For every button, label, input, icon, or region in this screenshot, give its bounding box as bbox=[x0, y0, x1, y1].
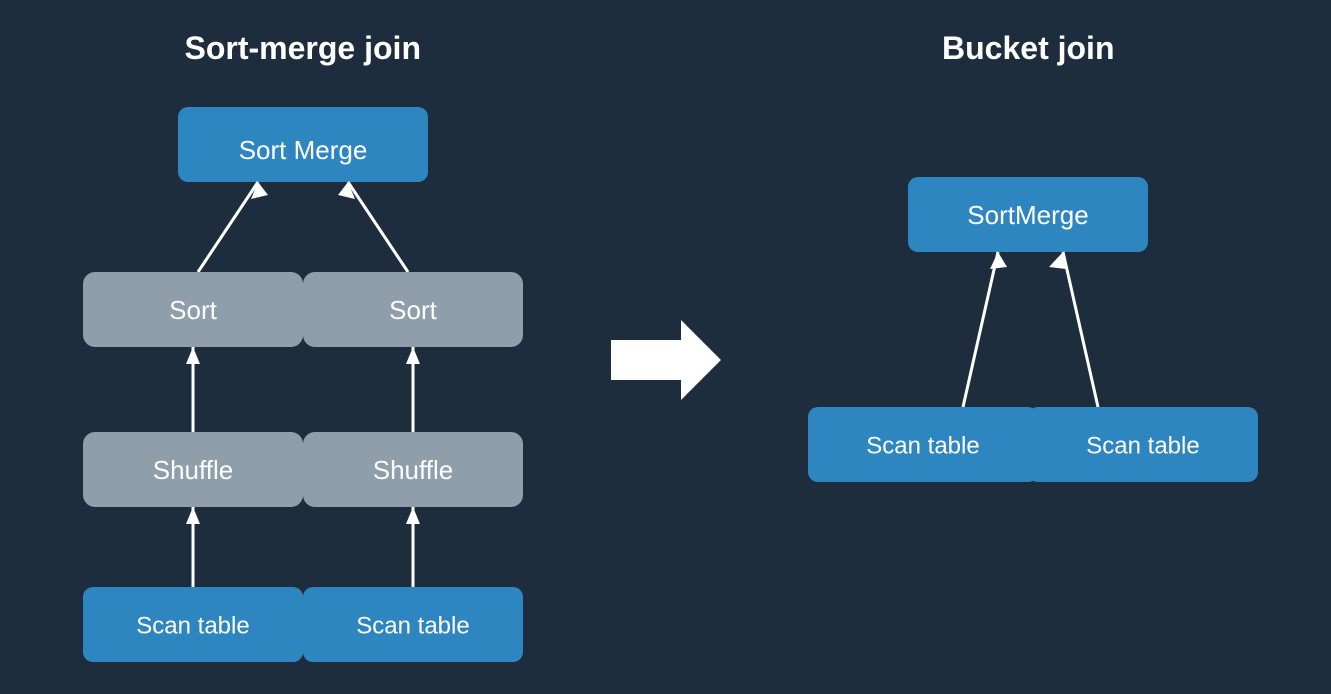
shuffle-right-label: Shuffle bbox=[373, 455, 453, 485]
left-title: Sort-merge join bbox=[185, 30, 421, 67]
scan-right-label: Scan table bbox=[356, 612, 469, 639]
scan-left-label: Scan table bbox=[136, 612, 249, 639]
middle-arrow-svg bbox=[611, 320, 721, 400]
scan-bucket-right-label: Scan table bbox=[1087, 432, 1200, 459]
right-diagram-svg: SortMerge Scan table Scan table bbox=[768, 97, 1288, 677]
right-diagram: Bucket join SortMerge Scan table Scan ta… bbox=[726, 0, 1331, 677]
left-diagram: Sort-merge join Sort Merge Sort Sort bbox=[0, 0, 606, 677]
sort-merge-bucket-label: SortMerge bbox=[968, 200, 1089, 230]
scan-bucket-left-label: Scan table bbox=[867, 432, 980, 459]
left-diagram-svg: Sort Merge Sort Sort Shuffle bbox=[13, 97, 593, 677]
sort-left-label: Sort bbox=[169, 295, 217, 325]
arrow-container bbox=[606, 320, 726, 400]
right-title: Bucket join bbox=[942, 30, 1114, 67]
diagram-container: Sort-merge join Sort Merge Sort Sort bbox=[0, 0, 1331, 694]
shuffle-left-label: Shuffle bbox=[153, 455, 233, 485]
sort-right-label: Sort bbox=[389, 295, 437, 325]
sort-merge-label: Sort Merge bbox=[238, 135, 367, 165]
